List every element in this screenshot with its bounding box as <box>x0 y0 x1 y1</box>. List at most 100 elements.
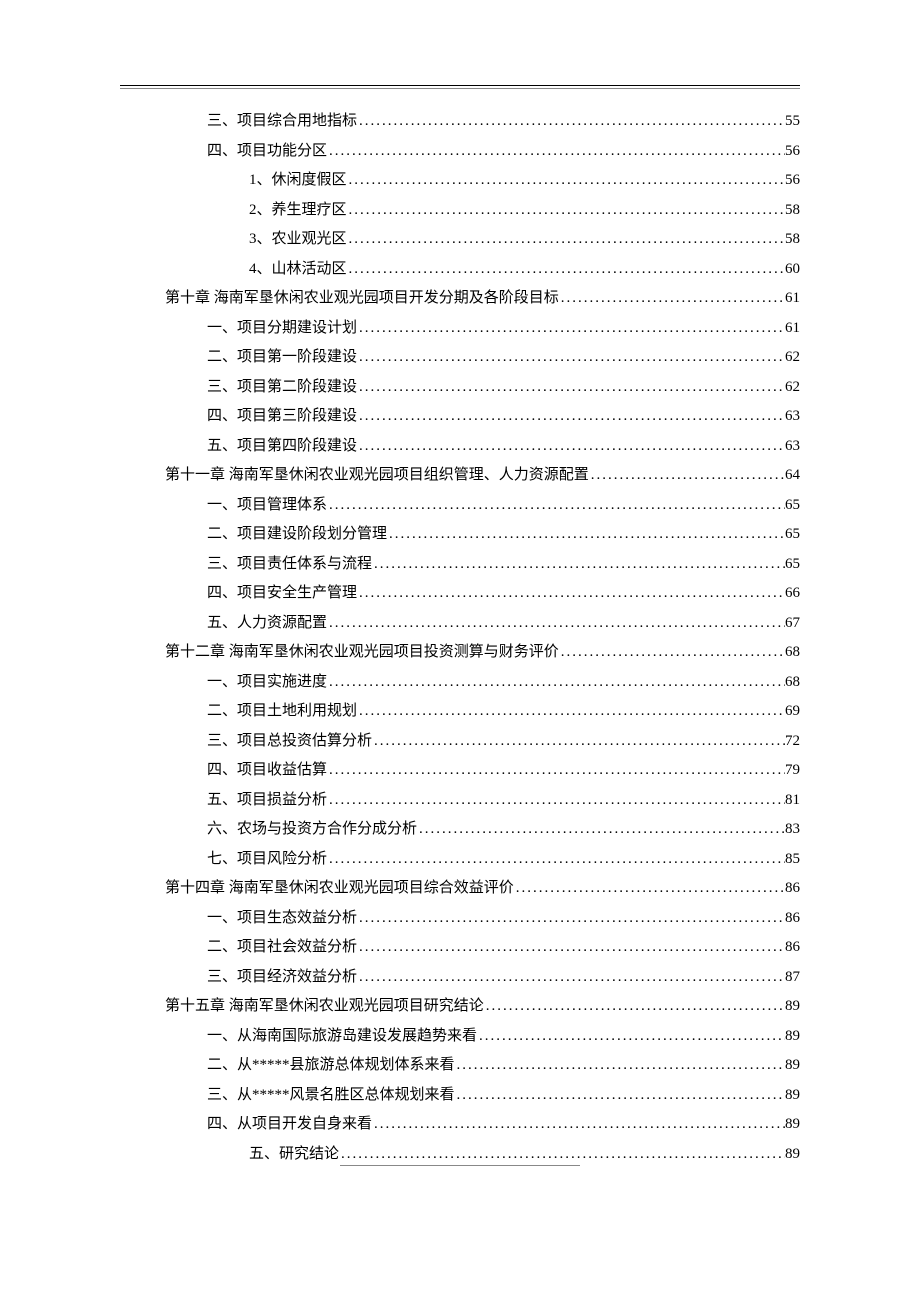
toc-entry: 第十二章 海南军垦休闲农业观光园项目投资测算与财务评价68 <box>165 640 800 666</box>
toc-entry-title: 四、项目安全生产管理 <box>207 581 357 607</box>
toc-leader-dots <box>559 286 785 312</box>
toc-entry-title: 三、项目经济效益分析 <box>207 965 357 991</box>
toc-leader-dots <box>357 906 785 932</box>
toc-entry-title: 2、养生理疗区 <box>249 198 347 224</box>
toc-entry: 一、项目管理体系 65 <box>165 493 800 519</box>
toc-leader-dots <box>357 404 785 430</box>
toc-entry-title: 三、项目责任体系与流程 <box>207 552 372 578</box>
toc-entry-title: 二、从*****县旅游总体规划体系来看 <box>207 1053 455 1079</box>
toc-entry-page: 89 <box>785 1053 800 1079</box>
toc-entry-page: 61 <box>785 286 800 312</box>
toc-leader-dots <box>477 1024 785 1050</box>
toc-entry-title: 二、项目土地利用规划 <box>207 699 357 725</box>
toc-entry-page: 55 <box>785 109 800 135</box>
toc-entry: 一、项目实施进度 68 <box>165 670 800 696</box>
toc-leader-dots <box>327 788 785 814</box>
document-page: 三、项目综合用地指标 55 四、项目功能分区56 1、休闲度假区 56 2、养生理疗区 58… <box>0 0 920 1256</box>
toc-entry-page: 86 <box>785 935 800 961</box>
toc-entry: 第十一章 海南军垦休闲农业观光园项目组织管理、人力资源配置64 <box>165 463 800 489</box>
toc-entry-title: 三、项目第二阶段建设 <box>207 375 357 401</box>
toc-entry: 第十四章 海南军垦休闲农业观光园项目综合效益评价86 <box>165 876 800 902</box>
toc-entry: 第十章 海南军垦休闲农业观光园项目开发分期及各阶段目标61 <box>165 286 800 312</box>
toc-leader-dots <box>372 552 785 578</box>
toc-entry: 五、研究结论89 <box>165 1142 800 1168</box>
toc-leader-dots <box>327 493 785 519</box>
toc-entry: 五、人力资源配置 67 <box>165 611 800 637</box>
toc-entry: 三、从*****风景名胜区总体规划来看89 <box>165 1083 800 1109</box>
toc-entry: 一、项目分期建设计划 61 <box>165 316 800 342</box>
toc-entry-title: 一、项目管理体系 <box>207 493 327 519</box>
toc-leader-dots <box>357 699 785 725</box>
toc-entry-title: 三、项目综合用地指标 <box>207 109 357 135</box>
toc-entry-title: 四、项目功能分区 <box>207 139 327 165</box>
toc-entry-title: 五、人力资源配置 <box>207 611 327 637</box>
toc-entry-page: 64 <box>785 463 800 489</box>
toc-entry: 二、从*****县旅游总体规划体系来看 89 <box>165 1053 800 1079</box>
toc-leader-dots <box>357 109 785 135</box>
toc-entry-title: 一、项目实施进度 <box>207 670 327 696</box>
toc-entry: 四、项目功能分区56 <box>165 139 800 165</box>
toc-entry: 4、山林活动区60 <box>165 257 800 283</box>
toc-leader-dots <box>327 670 785 696</box>
toc-entry-page: 79 <box>785 758 800 784</box>
toc-leader-dots <box>347 198 785 224</box>
toc-entry-page: 65 <box>785 493 800 519</box>
toc-entry: 二、项目建设阶段划分管理65 <box>165 522 800 548</box>
toc-entry: 二、项目社会效益分析 86 <box>165 935 800 961</box>
toc-entry-title: 四、项目收益估算 <box>207 758 327 784</box>
toc-leader-dots <box>347 257 785 283</box>
toc-leader-dots <box>347 227 785 253</box>
toc-leader-dots <box>559 640 785 666</box>
table-of-contents: 三、项目综合用地指标 55 四、项目功能分区56 1、休闲度假区 56 2、养生理疗区 58… <box>120 109 800 1167</box>
toc-entry-page: 72 <box>785 729 800 755</box>
toc-leader-dots <box>455 1083 785 1109</box>
toc-entry-title: 五、项目第四阶段建设 <box>207 434 357 460</box>
toc-entry-page: 63 <box>785 404 800 430</box>
header-rule-bottom <box>120 88 800 89</box>
toc-entry-page: 58 <box>785 198 800 224</box>
toc-entry-page: 89 <box>785 1024 800 1050</box>
toc-entry-title: 第十五章 海南军垦休闲农业观光园项目研究结论 <box>165 994 484 1020</box>
toc-entry-page: 62 <box>785 345 800 371</box>
toc-entry: 七、项目风险分析85 <box>165 847 800 873</box>
toc-entry-title: 第十四章 海南军垦休闲农业观光园项目综合效益评价 <box>165 876 514 902</box>
toc-entry: 1、休闲度假区 56 <box>165 168 800 194</box>
toc-entry: 五、项目第四阶段建设63 <box>165 434 800 460</box>
toc-leader-dots <box>372 1112 785 1138</box>
toc-entry: 三、项目责任体系与流程 65 <box>165 552 800 578</box>
toc-entry-title: 四、从项目开发自身来看 <box>207 1112 372 1138</box>
toc-leader-dots <box>357 581 785 607</box>
toc-entry: 四、项目第三阶段建设63 <box>165 404 800 430</box>
toc-entry-page: 62 <box>785 375 800 401</box>
toc-entry-page: 61 <box>785 316 800 342</box>
toc-entry-title: 一、从海南国际旅游岛建设发展趋势来看 <box>207 1024 477 1050</box>
toc-entry-page: 67 <box>785 611 800 637</box>
toc-leader-dots <box>327 758 785 784</box>
toc-leader-dots <box>417 817 785 843</box>
toc-entry-page: 83 <box>785 817 800 843</box>
toc-entry: 三、项目第二阶段建设 62 <box>165 375 800 401</box>
toc-entry-page: 66 <box>785 581 800 607</box>
toc-entry-title: 第十二章 海南军垦休闲农业观光园项目投资测算与财务评价 <box>165 640 559 666</box>
toc-entry-title: 一、项目分期建设计划 <box>207 316 357 342</box>
toc-entry: 一、从海南国际旅游岛建设发展趋势来看 89 <box>165 1024 800 1050</box>
toc-entry-title: 1、休闲度假区 <box>249 168 347 194</box>
toc-entry: 三、项目总投资估算分析72 <box>165 729 800 755</box>
toc-entry-title: 二、项目建设阶段划分管理 <box>207 522 387 548</box>
toc-leader-dots <box>484 994 785 1020</box>
toc-entry-page: 65 <box>785 552 800 578</box>
toc-entry-title: 二、项目社会效益分析 <box>207 935 357 961</box>
toc-entry-page: 56 <box>785 168 800 194</box>
toc-leader-dots <box>387 522 785 548</box>
toc-leader-dots <box>339 1142 785 1168</box>
toc-entry-title: 七、项目风险分析 <box>207 847 327 873</box>
toc-leader-dots <box>327 847 785 873</box>
toc-entry-page: 68 <box>785 670 800 696</box>
toc-entry: 四、项目安全生产管理 66 <box>165 581 800 607</box>
toc-entry-page: 60 <box>785 257 800 283</box>
toc-leader-dots <box>357 345 785 371</box>
toc-leader-dots <box>347 168 785 194</box>
toc-entry-page: 89 <box>785 1083 800 1109</box>
toc-leader-dots <box>357 935 785 961</box>
toc-entry: 一、项目生态效益分析86 <box>165 906 800 932</box>
